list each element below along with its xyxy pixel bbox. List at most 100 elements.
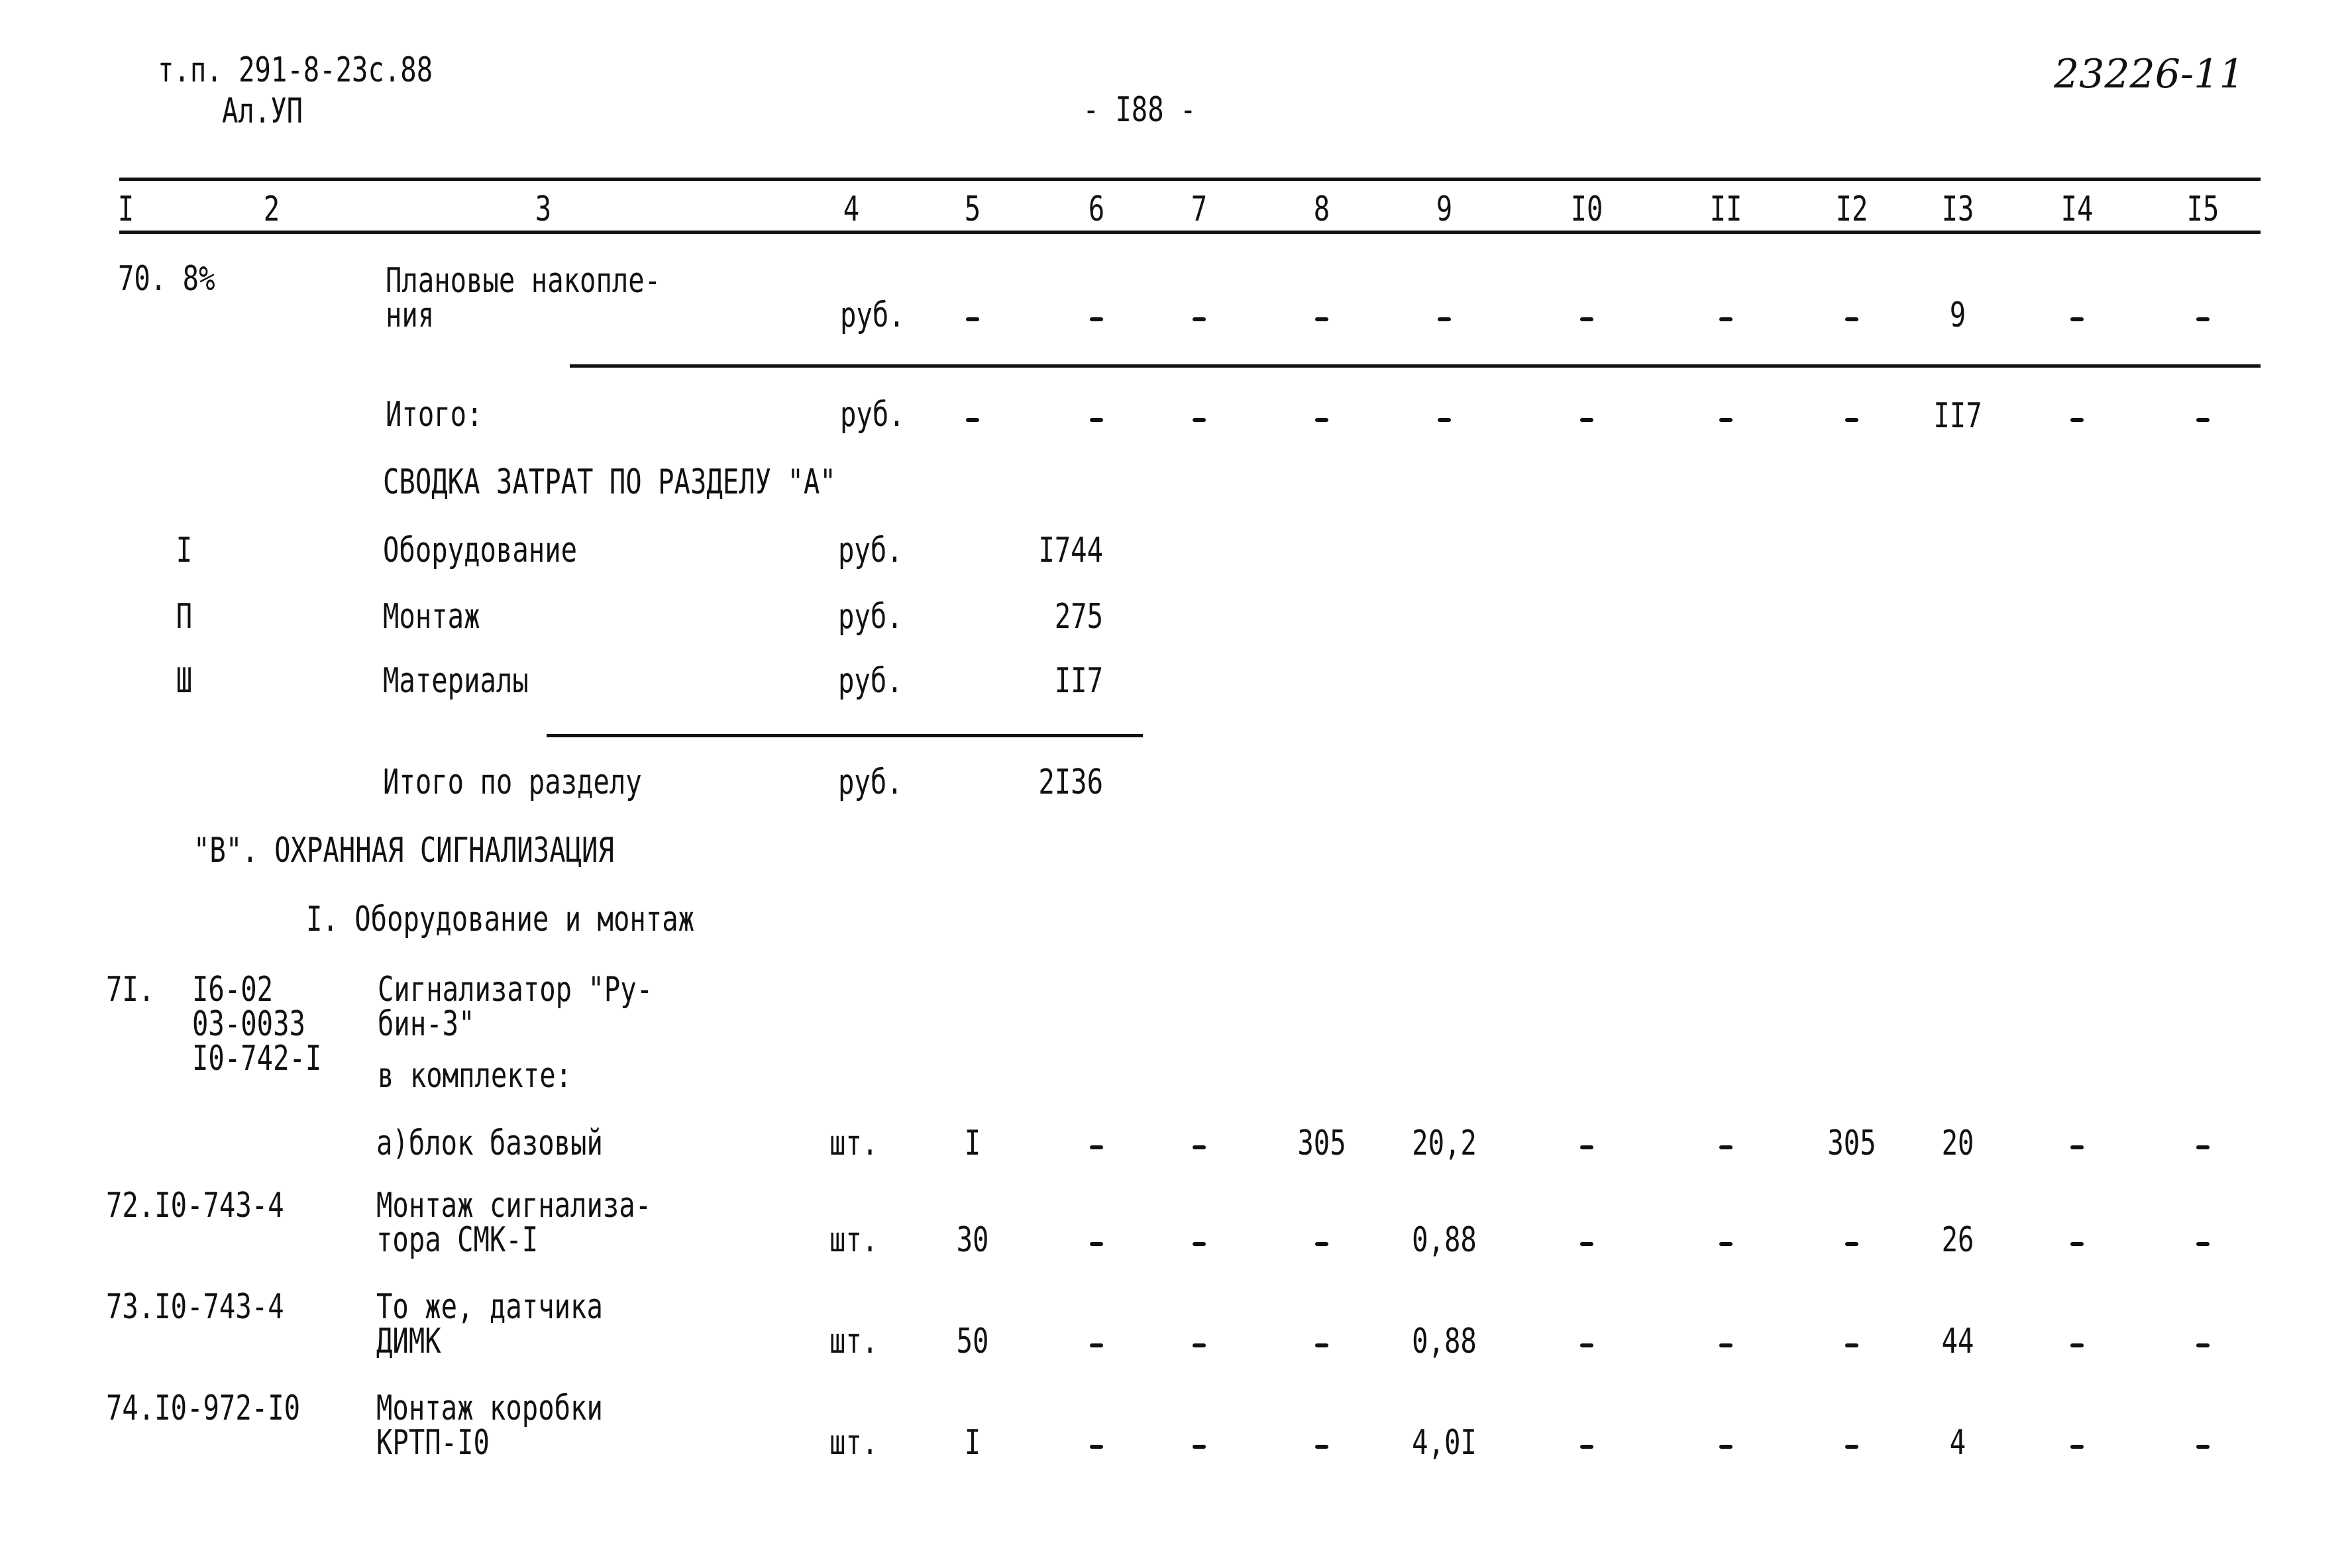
column-header-1: I (117, 189, 134, 229)
empty-cell-dash (2196, 317, 2210, 321)
empty-cell-dash (1315, 317, 1328, 321)
empty-cell-dash (1193, 1145, 1206, 1149)
empty-cell-dash (2070, 1145, 2084, 1149)
page-number: - I88 - (1083, 90, 1197, 130)
empty-cell-dash (1090, 1145, 1103, 1149)
column-header-3: 3 (535, 189, 552, 229)
summary-item-label: Материалы (383, 661, 529, 701)
summary-total-label: Итого по разделу (383, 762, 642, 802)
empty-cell-dash (2070, 317, 2084, 321)
empty-cell-dash (1719, 1445, 1733, 1449)
row-code: I0-742-I (192, 1039, 322, 1078)
summary-item-label: Монтаж (383, 597, 480, 637)
empty-cell-dash (2070, 1242, 2084, 1246)
column-header-4: 4 (843, 189, 860, 229)
summary-item-number: Ш (176, 661, 193, 701)
row-unit: шт. (829, 1423, 879, 1463)
column-header-12: I2 (1835, 189, 1868, 229)
table-cell: 26 (1941, 1220, 1974, 1260)
row-unit: шт. (829, 1220, 879, 1260)
summary-total-unit: руб. (838, 762, 903, 802)
empty-cell-dash (1315, 1242, 1328, 1246)
empty-cell-dash (2196, 418, 2210, 422)
empty-cell-dash (966, 317, 979, 321)
summary-total-rule (547, 734, 1143, 737)
empty-cell-dash (1315, 418, 1328, 422)
table-cell: 4,0I (1412, 1423, 1477, 1463)
table-cell: II7 (1933, 396, 1982, 436)
empty-cell-dash (1193, 1343, 1206, 1347)
row-unit: шт. (829, 1124, 879, 1163)
empty-cell-dash (1193, 1242, 1206, 1246)
empty-cell-dash (1090, 418, 1103, 422)
table-cell: 44 (1941, 1322, 1974, 1361)
row-code: I6-02 (192, 970, 274, 1010)
subtotal-rule (570, 364, 2261, 368)
empty-cell-dash (1580, 1145, 1593, 1149)
empty-cell-dash (1193, 418, 1206, 422)
row-quantity: 30 (956, 1220, 989, 1260)
column-header-14: I4 (2060, 189, 2094, 229)
row-description: Сигнализатор "Ру- (378, 970, 653, 1010)
row-description-cont: тора СМК-I (376, 1220, 539, 1260)
summary-total-value: 2I36 (1038, 762, 1103, 802)
summary-title: СВОДКА ЗАТРАТ ПО РАЗДЕЛУ "А" (383, 462, 836, 502)
table-cell: 305 (1297, 1124, 1346, 1163)
row-code: 03-0033 (192, 1004, 305, 1044)
summary-item-value: 275 (1054, 597, 1103, 637)
empty-cell-dash (1845, 1445, 1858, 1449)
summary-item-number: I (176, 531, 193, 570)
summary-item-unit: руб. (838, 661, 903, 701)
column-header-7: 7 (1191, 189, 1208, 229)
empty-cell-dash (1090, 1445, 1103, 1449)
row-description: Итого: (386, 395, 483, 435)
row-number: 70. 8% (118, 259, 215, 299)
row-code: 72.I0-743-4 (106, 1186, 284, 1226)
empty-cell-dash (2196, 1445, 2210, 1449)
row-unit: шт. (829, 1322, 879, 1361)
empty-cell-dash (1580, 317, 1593, 321)
empty-cell-dash (2070, 1445, 2084, 1449)
column-header-15: I5 (2186, 189, 2219, 229)
empty-cell-dash (1845, 1343, 1858, 1347)
column-header-13: I3 (1941, 189, 1974, 229)
empty-cell-dash (1090, 1242, 1103, 1246)
table-cell: 20,2 (1412, 1124, 1477, 1163)
empty-cell-dash (1580, 418, 1593, 422)
empty-cell-dash (2196, 1242, 2210, 1246)
row-unit: руб. (840, 395, 905, 435)
row-quantity: I (964, 1124, 981, 1163)
row-description-cont: бин-3" (378, 1004, 475, 1044)
empty-cell-dash (2070, 418, 2084, 422)
row-description: а)блок базовый (376, 1124, 603, 1163)
table-cell: 305 (1827, 1124, 1876, 1163)
row-description: Монтаж сигнализа- (376, 1186, 652, 1226)
empty-cell-dash (966, 418, 979, 422)
empty-cell-dash (1580, 1445, 1593, 1449)
row-number: 7I. (106, 970, 155, 1010)
column-header-9: 9 (1436, 189, 1453, 229)
row-unit: руб. (840, 295, 905, 335)
summary-item-label: Оборудование (383, 531, 578, 570)
row-description-cont: ния (386, 295, 435, 335)
row-code: 73.I0-743-4 (106, 1287, 284, 1327)
document-reference: т.п. 291-8-23с.88 (158, 50, 433, 90)
empty-cell-dash (1438, 317, 1451, 321)
empty-cell-dash (2070, 1343, 2084, 1347)
column-header-8: 8 (1313, 189, 1330, 229)
album-label: Ал.УП (222, 91, 303, 131)
empty-cell-dash (1580, 1242, 1593, 1246)
table-cell: 0,88 (1412, 1220, 1477, 1260)
empty-cell-dash (1719, 1242, 1733, 1246)
empty-cell-dash (1845, 317, 1858, 321)
row-description-cont: КРТП-I0 (376, 1423, 490, 1463)
table-cell: 9 (1949, 295, 1966, 335)
row-quantity: 50 (956, 1322, 989, 1361)
empty-cell-dash (2196, 1145, 2210, 1149)
empty-cell-dash (1719, 418, 1733, 422)
column-header-11: II (1709, 189, 1742, 229)
summary-item-value: I744 (1038, 531, 1103, 570)
row-quantity: I (964, 1423, 981, 1463)
empty-cell-dash (1845, 1242, 1858, 1246)
column-header-10: I0 (1570, 189, 1603, 229)
